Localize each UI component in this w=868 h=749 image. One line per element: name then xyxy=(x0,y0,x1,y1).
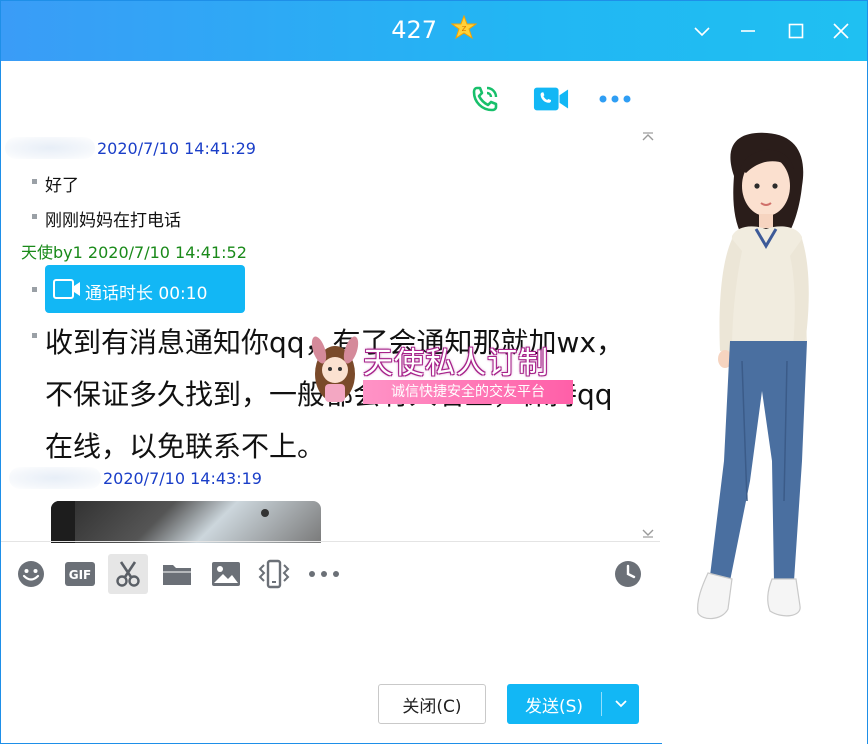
message-line: 刚刚妈妈在打电话 xyxy=(45,211,181,231)
video-call-record-icon xyxy=(53,278,81,304)
close-button[interactable]: 关闭(C) xyxy=(378,684,486,724)
bullet xyxy=(32,179,37,184)
svg-text:GIF: GIF xyxy=(69,568,92,582)
image-icon[interactable] xyxy=(209,557,243,591)
shake-icon[interactable] xyxy=(257,557,291,591)
sender-name-blurred xyxy=(5,137,95,159)
svg-text:z: z xyxy=(461,24,466,34)
title-bar: 427 z xyxy=(1,1,867,61)
emoji-icon[interactable] xyxy=(14,557,48,591)
send-options-chevron-down-icon[interactable] xyxy=(602,699,639,709)
input-divider xyxy=(1,541,660,542)
message-timestamp: 2020/7/10 14:43:19 xyxy=(103,469,262,488)
watermark-subtitle: 诚信快捷安全的交友平台 xyxy=(363,380,573,404)
scissors-icon[interactable] xyxy=(108,554,148,594)
image-thumbnail[interactable] xyxy=(51,501,321,543)
close-button-label: 关闭(C) xyxy=(402,696,462,717)
vip-star-icon: z xyxy=(450,14,478,45)
folder-icon[interactable] xyxy=(160,557,194,591)
more-icon[interactable] xyxy=(307,557,341,591)
call-duration: 通话时长 00:10 xyxy=(85,284,208,304)
bullet xyxy=(32,333,37,338)
avatar-show-panel xyxy=(662,61,867,745)
sender-name-blurred xyxy=(9,467,101,489)
avatar-character-icon xyxy=(697,132,809,620)
watermark-mascot-icon xyxy=(311,336,359,402)
minimize-icon[interactable] xyxy=(734,17,762,45)
call-record-bubble[interactable]: 通话时长 00:10 xyxy=(45,265,245,313)
message-timestamp: 2020/7/10 14:41:29 xyxy=(97,139,256,158)
more-icon[interactable] xyxy=(597,81,633,117)
history-icon[interactable] xyxy=(611,557,645,591)
sender-name: 天使by1 xyxy=(21,243,83,262)
watermark-title: 天使私人订制 xyxy=(363,346,549,381)
gif-icon[interactable]: GIF xyxy=(63,557,97,591)
watermark: 天使私人订制 诚信快捷安全的交友平台 xyxy=(301,334,581,412)
message-line: 好了 xyxy=(45,176,79,196)
bullet xyxy=(32,214,37,219)
phone-call-icon[interactable] xyxy=(467,81,503,117)
close-icon[interactable] xyxy=(827,17,855,45)
scroll-down-icon[interactable] xyxy=(641,527,655,539)
message-timestamp: 2020/7/10 14:41:52 xyxy=(87,243,247,262)
bullet xyxy=(32,287,37,292)
send-button-label: 发送(S) xyxy=(524,696,584,717)
window-title-text: 427 xyxy=(391,16,438,44)
message-input[interactable] xyxy=(11,599,651,675)
scroll-up-icon[interactable] xyxy=(641,131,655,143)
maximize-icon[interactable] xyxy=(782,17,810,45)
video-call-icon[interactable] xyxy=(533,81,569,117)
message-header: 天使by1 2020/7/10 14:41:52 xyxy=(21,239,247,263)
chat-window: 427 z 2020/7/10 14:41:29 好了 刚刚妈妈在打电话 天使b… xyxy=(0,0,868,745)
send-button[interactable]: 发送(S) xyxy=(507,684,639,724)
dropdown-icon[interactable] xyxy=(688,17,716,45)
